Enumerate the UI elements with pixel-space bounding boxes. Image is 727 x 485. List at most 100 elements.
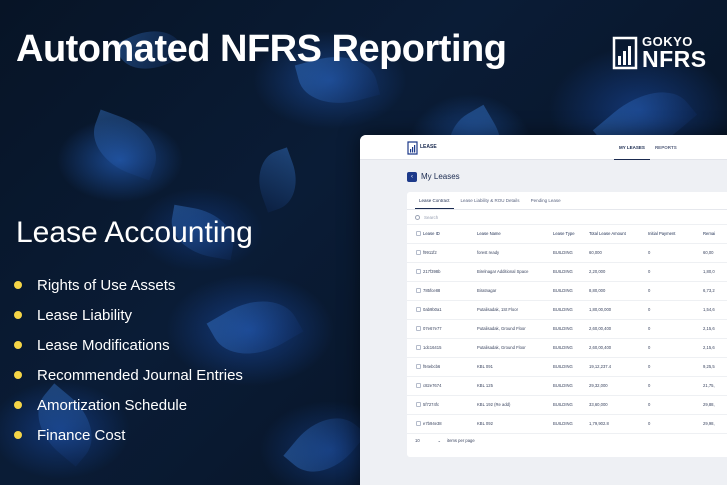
row-select-cell[interactable] — [407, 338, 423, 358]
gokyo-logo: GOKYO NFRS — [612, 34, 718, 72]
checkbox[interactable] — [416, 363, 421, 369]
table-row[interactable]: 217f398b Birelnagar Additional Space BUILD… — [407, 262, 727, 282]
table-row[interactable]: e7b94e38 KBL 092 BUILDING 1,79,902.8 0 29,98, — [407, 414, 727, 434]
table-cell: 217f398b — [423, 262, 477, 282]
table-cell: 0 — [648, 281, 703, 301]
table-row[interactable]: 5f7274fc KBL 192 (Re add) BUILDING 33,60,00… — [407, 395, 727, 415]
chart-logo-icon — [612, 36, 638, 70]
nav-reports[interactable]: REPORTS — [650, 135, 682, 160]
table-cell: Biratnagar — [477, 281, 553, 301]
row-select-cell[interactable] — [407, 376, 423, 396]
row-select-cell[interactable] — [407, 300, 423, 320]
table-cell: 0ab9b0a1 — [423, 300, 477, 320]
table-cell: 785fce88 — [423, 281, 477, 301]
table-cell: 1,80,0 — [703, 262, 727, 282]
leases-table: Lease ID Lease Name Lease Type Total Lea… — [407, 225, 727, 434]
table-cell: Birelnagar Additional Space — [477, 262, 553, 282]
bullet-dot-icon — [14, 431, 22, 439]
search-bar — [407, 210, 727, 225]
row-select-cell[interactable] — [407, 281, 423, 301]
table-cell: 0 — [648, 243, 703, 263]
table-cell: f94ebcb6 — [423, 357, 477, 377]
checkbox[interactable] — [416, 325, 421, 331]
column-header[interactable]: Lease Name — [477, 225, 553, 244]
row-select-cell[interactable] — [407, 319, 423, 339]
nav-my-leases[interactable]: MY LEASES — [614, 135, 650, 160]
row-select-cell[interactable] — [407, 395, 423, 415]
tab-pending-lease[interactable]: Pending Lease — [527, 192, 565, 209]
table-cell: 8,80,000 — [589, 281, 648, 301]
column-header[interactable]: Lease ID — [423, 225, 477, 244]
column-header[interactable]: Total Lease Amount — [589, 225, 648, 244]
tab-lease-liability[interactable]: Lease Liability & ROU Details — [457, 192, 524, 209]
table-cell: 29,32,000 — [589, 376, 648, 396]
checkbox[interactable] — [416, 382, 421, 388]
checkbox[interactable] — [416, 420, 421, 426]
tab-lease-contract[interactable]: Lease Contract — [415, 192, 454, 209]
page-size-select[interactable]: 10 ⌄ — [415, 436, 441, 444]
table-cell: BUILDING — [553, 319, 589, 339]
search-input[interactable] — [424, 214, 544, 220]
pagination: 10 ⌄ items per page — [415, 436, 475, 444]
row-select-cell[interactable] — [407, 414, 423, 434]
checkbox[interactable] — [416, 306, 421, 312]
feature-label: Lease Modifications — [37, 336, 170, 354]
table-cell: 1,79,902.8 — [589, 414, 648, 434]
row-select-cell[interactable] — [407, 357, 423, 377]
table-cell: BUILDING — [553, 414, 589, 434]
row-select-cell[interactable] — [407, 262, 423, 282]
table-cell: 0 — [648, 395, 703, 415]
table-row[interactable]: f94ebcb6 KBL 091 BUILDING 19,12,237.4 0 9,25,… — [407, 357, 727, 377]
row-select-cell[interactable] — [407, 243, 423, 263]
page-size-value: 10 — [415, 437, 420, 443]
feature-item: Recommended Journal Entries — [14, 360, 243, 390]
column-header[interactable]: Remai — [703, 225, 727, 244]
back-button[interactable]: ‹ — [407, 172, 417, 182]
table-cell: 1,54,6 — [703, 300, 727, 320]
chevron-left-icon: ‹ — [411, 174, 413, 180]
table-cell: BUILDING — [553, 338, 589, 358]
tab-bar: Lease Contract Lease Liability & ROU Det… — [407, 192, 727, 210]
column-header[interactable]: Lease Type — [553, 225, 589, 244]
table-cell: BUILDING — [553, 357, 589, 377]
checkbox[interactable] — [416, 249, 421, 255]
table-cell: 0 — [648, 414, 703, 434]
table-row[interactable]: 1dc16415 Putalisadak, Ground Floor BUILDIN… — [407, 338, 727, 358]
table-cell: 0 — [648, 300, 703, 320]
bullet-dot-icon — [14, 281, 22, 289]
table-row[interactable]: 785fce88 Biratnagar BUILDING 8,80,000 0 6,73,… — [407, 281, 727, 301]
table-cell: BUILDING — [553, 281, 589, 301]
leaf-shape — [249, 147, 306, 213]
checkbox[interactable] — [416, 401, 421, 407]
table-cell: 9,25,5 — [703, 357, 727, 377]
table-cell: e7b94e38 — [423, 414, 477, 434]
table-cell: 2,20,000 — [589, 262, 648, 282]
table-cell: forest ready — [477, 243, 553, 263]
table-cell: Putalisadak, Ground Floor — [477, 338, 553, 358]
table-cell: BUILDING — [553, 262, 589, 282]
checkbox[interactable] — [416, 344, 421, 350]
table-row[interactable]: 07e67e77 Putalisadak, Ground Floor BUILDIN… — [407, 319, 727, 339]
table-cell: 1dc16415 — [423, 338, 477, 358]
table-cell: 0 — [648, 338, 703, 358]
table-cell: 1,80,00,000 — [589, 300, 648, 320]
table-row[interactable]: f9911f2 forest ready BUILDING 60,000 0 60,00 — [407, 243, 727, 263]
table-cell: 0 — [648, 376, 703, 396]
table-row[interactable]: 0ab9b0a1 Putalisadak, 1St Floor BUILDING 1,… — [407, 300, 727, 320]
table-cell: 0 — [648, 357, 703, 377]
search-icon — [415, 214, 420, 220]
select-all-cell[interactable] — [407, 225, 423, 244]
column-header[interactable]: Initial Payment — [648, 225, 703, 244]
table-cell: 19,12,237.4 — [589, 357, 648, 377]
checkbox[interactable] — [416, 287, 421, 293]
leases-card: Lease Contract Lease Liability & ROU Det… — [407, 192, 727, 457]
checkbox[interactable] — [416, 268, 421, 274]
feature-label: Finance Cost — [37, 426, 126, 444]
checkbox[interactable] — [416, 230, 421, 236]
table-row[interactable]: c82e7674 KBL 125 BUILDING 29,32,000 0 21,75, — [407, 376, 727, 396]
table-cell: f9911f2 — [423, 243, 477, 263]
bullet-dot-icon — [14, 401, 22, 409]
feature-label: Rights of Use Assets — [37, 276, 176, 294]
table-cell: 5f7274fc — [423, 395, 477, 415]
feature-label: Recommended Journal Entries — [37, 366, 243, 384]
